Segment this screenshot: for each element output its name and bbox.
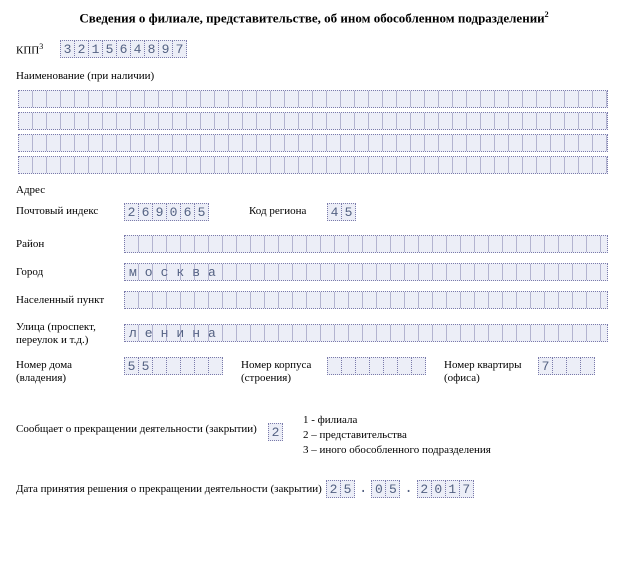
district-field[interactable]: [124, 235, 608, 253]
cell[interactable]: [552, 357, 567, 375]
form-title: Сведения о филиале, представительстве, о…: [16, 10, 612, 26]
settlement-row: Населенный пункт: [16, 291, 612, 309]
closure-date-year[interactable]: 2017: [417, 480, 474, 498]
name-line-1[interactable]: [18, 90, 608, 108]
cell[interactable]: 8: [144, 40, 159, 58]
cell[interactable]: [355, 357, 370, 375]
cell[interactable]: 5: [340, 480, 355, 498]
house-building-apt-row: Номер дома (владения) 55 Номер корпуса (…: [16, 357, 612, 385]
house-cells[interactable]: 55: [124, 357, 223, 375]
cell[interactable]: 7: [172, 40, 187, 58]
postal-region-row: Почтовый индекс 269065 Код региона 45: [16, 203, 612, 221]
settlement-label: Населенный пункт: [16, 292, 124, 307]
district-label: Район: [16, 236, 124, 251]
house-label: Номер дома (владения): [16, 357, 124, 385]
cell[interactable]: 5: [341, 203, 356, 221]
postal-label: Почтовый индекс: [16, 203, 124, 218]
street-row: Улица (проспект, переулок и т.д.) ленина: [16, 319, 612, 347]
cell[interactable]: 5: [385, 480, 400, 498]
name-line-2[interactable]: [18, 112, 608, 130]
cell[interactable]: 5: [102, 40, 117, 58]
apartment-cells[interactable]: 7: [538, 357, 595, 375]
cell[interactable]: 2: [74, 40, 89, 58]
building-cells[interactable]: [327, 357, 426, 375]
kpp-cells[interactable]: 321564897: [60, 40, 187, 58]
cell[interactable]: [580, 357, 595, 375]
cell[interactable]: 0: [431, 480, 446, 498]
cell[interactable]: 6: [180, 203, 195, 221]
cell[interactable]: 1: [445, 480, 460, 498]
city-field[interactable]: москва: [124, 263, 608, 281]
cell[interactable]: 3: [60, 40, 75, 58]
closure-notice-label: Сообщает о прекращении деятельности (зак…: [16, 413, 268, 436]
cell[interactable]: [341, 357, 356, 375]
name-line-4[interactable]: [18, 156, 608, 174]
postal-cells[interactable]: 269065: [124, 203, 209, 221]
cell[interactable]: [411, 357, 426, 375]
name-label: Наименование (при наличии): [16, 68, 612, 83]
cell[interactable]: [208, 357, 223, 375]
closure-date-label: Дата принятия решения о прекращении деят…: [16, 481, 326, 496]
cell[interactable]: 5: [124, 357, 139, 375]
name-line-3[interactable]: [18, 134, 608, 152]
street-label: Улица (проспект, переулок и т.д.): [16, 319, 124, 347]
cell[interactable]: [152, 357, 167, 375]
cell[interactable]: 5: [138, 357, 153, 375]
closure-date-day[interactable]: 25: [326, 480, 355, 498]
cell[interactable]: 6: [138, 203, 153, 221]
city-row: Город москва: [16, 263, 612, 281]
closure-notice-cell[interactable]: 2: [268, 423, 283, 441]
cell[interactable]: 0: [166, 203, 181, 221]
cell[interactable]: [194, 357, 209, 375]
city-label: Город: [16, 264, 124, 279]
cell[interactable]: 2: [124, 203, 139, 221]
closure-notice-row: Сообщает о прекращении деятельности (зак…: [16, 413, 612, 458]
apartment-label: Номер квартиры (офиса): [444, 357, 538, 385]
region-cells[interactable]: 45: [327, 203, 356, 221]
cell[interactable]: 7: [538, 357, 553, 375]
title-footnote: 2: [545, 10, 549, 19]
cell[interactable]: [566, 357, 581, 375]
cell[interactable]: [327, 357, 342, 375]
date-dot-1: .: [355, 480, 371, 498]
closure-legend: 1 - филиала 2 – представительства 3 – ин…: [303, 413, 491, 458]
cell[interactable]: [166, 357, 181, 375]
cell[interactable]: 7: [459, 480, 474, 498]
street-field[interactable]: ленина: [124, 324, 608, 342]
cell[interactable]: 9: [152, 203, 167, 221]
cell[interactable]: 4: [327, 203, 342, 221]
kpp-label: КПП3: [16, 40, 60, 58]
cell[interactable]: 1: [88, 40, 103, 58]
cell[interactable]: 6: [116, 40, 131, 58]
region-label: Код региона: [249, 203, 327, 218]
building-label: Номер корпуса (строения): [241, 357, 327, 385]
date-dot-2: .: [400, 480, 416, 498]
closure-date-row: Дата принятия решения о прекращении деят…: [16, 480, 612, 498]
cell[interactable]: 5: [194, 203, 209, 221]
settlement-field[interactable]: [124, 291, 608, 309]
cell[interactable]: 4: [130, 40, 145, 58]
cell[interactable]: 9: [158, 40, 173, 58]
cell[interactable]: 2: [268, 423, 283, 441]
cell[interactable]: 2: [326, 480, 341, 498]
address-heading: Адрес: [16, 182, 612, 197]
cell[interactable]: 0: [371, 480, 386, 498]
closure-date-month[interactable]: 05: [371, 480, 400, 498]
cell[interactable]: 2: [417, 480, 432, 498]
kpp-row: КПП3 321564897: [16, 40, 612, 58]
cell[interactable]: [180, 357, 195, 375]
district-row: Район: [16, 235, 612, 253]
cell[interactable]: [369, 357, 384, 375]
cell[interactable]: [397, 357, 412, 375]
name-lines: [16, 90, 612, 174]
cell[interactable]: [383, 357, 398, 375]
